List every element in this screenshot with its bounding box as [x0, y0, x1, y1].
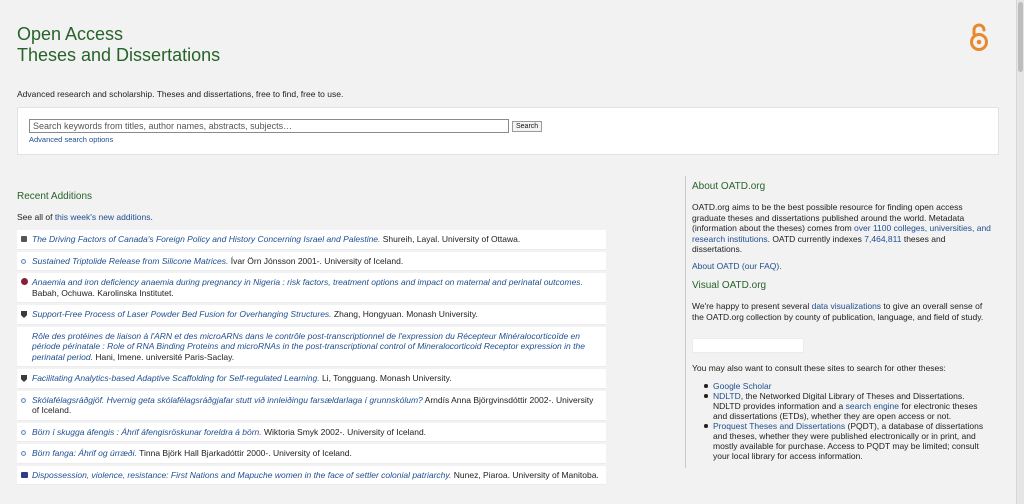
recent-item-author-institution: Tinna Björk Hall Bjarkadóttir 2000-. Uni… [136, 448, 352, 458]
consult-item-pqdt: Proquest Theses and Dissertations (PQDT)… [702, 421, 992, 461]
institution-bookish-icon [21, 471, 28, 478]
consult-item-google: Google Scholar [702, 381, 992, 391]
faq-link[interactable]: our FAQ [745, 261, 777, 271]
search-button[interactable]: Search [512, 121, 543, 132]
recent-item: Dispossession, violence, resistance: Fir… [17, 465, 606, 485]
visualization-preview[interactable] [692, 338, 804, 353]
new-additions-link[interactable]: this week's new additions [55, 212, 151, 222]
faq-line: About OATD (our FAQ). [692, 261, 782, 271]
recent-item: The Driving Factors of Canada's Foreign … [17, 230, 606, 250]
about-oatd-link[interactable]: About OATD ( [692, 261, 745, 271]
seeall-prefix: See all of [17, 212, 55, 222]
recent-item-title-link[interactable]: Anaemia and iron deficiency anaemia duri… [32, 277, 583, 287]
institution-dot-icon [21, 429, 26, 435]
faq-suffix[interactable]: ). [776, 261, 781, 271]
recent-item: Support-Free Process of Laser Powder Bed… [17, 305, 606, 325]
recent-item: Anaemia and iron deficiency anaemia duri… [17, 273, 606, 303]
recent-item: Sustained Triptolide Release from Silico… [17, 251, 606, 271]
right-column-divider [685, 176, 686, 468]
institution-dot-icon [21, 397, 26, 403]
recent-item-author-institution: Ívar Örn Jónsson 2001-. University of Ic… [228, 255, 404, 266]
recent-item-author-institution: Shureih, Layal. University of Ottawa. [380, 234, 521, 244]
recent-item: Skólafélagsráðgjöf. Hvernig geta skólafé… [17, 390, 606, 421]
institution-wine-icon [21, 278, 28, 285]
recent-item-author-institution: Wiktoria Smyk 2002-. University of Icela… [261, 426, 427, 437]
seeall-suffix: . [150, 212, 153, 222]
consult-intro: You may also want to consult these sites… [692, 363, 946, 373]
recent-item-author-institution: Hani, Imene. université Paris-Saclay. [92, 351, 235, 362]
consult-item-ndltd: NDLTD, the Networked Digital Library of … [702, 391, 992, 421]
google-scholar-link[interactable]: Google Scholar [713, 381, 772, 391]
institution-dot-icon [21, 451, 26, 456]
recent-item-title-link[interactable]: Dispossession, violence, resistance: Fir… [32, 470, 451, 480]
recent-item: Börn í skugga áfengis : Áhrif áfengisrös… [17, 422, 606, 442]
recent-item: Börn fanga: Áhrif og úrræði. Tinna Björk… [17, 444, 606, 464]
site-tagline: Advanced research and scholarship. These… [17, 89, 344, 99]
search-panel: Search Advanced search options [17, 107, 999, 155]
scrollbar-thumb[interactable] [1018, 2, 1023, 72]
open-access-lock-icon [970, 23, 988, 51]
institution-shield-icon [21, 311, 27, 318]
consult-list: Google Scholar NDLTD, the Networked Digi… [702, 381, 992, 461]
recent-additions-heading: Recent Additions [17, 191, 93, 202]
search-input[interactable] [29, 119, 509, 133]
visual-text-1: We're happy to present several [692, 301, 812, 311]
recent-seeall: See all of this week's new additions. [17, 212, 153, 222]
institution-crest-icon [21, 236, 27, 242]
site-title-line2: Theses and Dissertations [17, 45, 221, 65]
recent-additions-list: The Driving Factors of Canada's Foreign … [17, 230, 606, 487]
recent-item-author-institution: Li, Tongguang. Monash University. [319, 373, 452, 383]
data-visualizations-link[interactable]: data visualizations [812, 301, 881, 311]
recent-item-author-institution: Babah, Ochuwa. Karolinska Institutet. [32, 287, 174, 298]
advanced-search-link[interactable]: Advanced search options [29, 135, 113, 144]
recent-item-title-link[interactable]: Skólafélagsráðgjöf. Hvernig geta skólafé… [32, 395, 423, 405]
recent-item-author-institution: Nunez, Piaroa. University of Manitoba. [451, 469, 599, 480]
institution-dot-icon [21, 258, 26, 264]
about-heading: About OATD.org [692, 181, 766, 192]
about-text: OATD.org aims to be the best possible re… [692, 202, 992, 255]
index-count-link[interactable]: 7,464,811 [864, 234, 901, 244]
institution-shield-icon [21, 375, 27, 382]
recent-item-title-link[interactable]: Sustained Triptolide Release from Silico… [32, 256, 228, 266]
site-title[interactable]: Open Access Theses and Dissertations [17, 24, 220, 66]
ndltd-search-engine-link[interactable]: search engine [846, 401, 899, 411]
about-text-2: . OATD currently indexes [767, 233, 865, 244]
site-title-line1: Open Access [17, 24, 124, 44]
recent-item-title-link[interactable]: Facilitating Analytics-based Adaptive Sc… [32, 373, 320, 383]
recent-item-title-link[interactable]: The Driving Factors of Canada's Foreign … [32, 234, 380, 244]
pqdt-link[interactable]: Proquest Theses and Dissertations [713, 421, 845, 431]
recent-item: Facilitating Analytics-based Adaptive Sc… [17, 369, 606, 389]
ndltd-link[interactable]: NDLTD [713, 391, 741, 401]
recent-item-title-link[interactable]: Börn í skugga áfengis : Áhrif áfengisrös… [32, 427, 262, 437]
visual-text: We're happy to present several data visu… [692, 301, 992, 322]
visual-heading: Visual OATD.org [692, 280, 767, 291]
recent-item-author-institution: Zhang, Hongyuan. Monash University. [331, 309, 478, 319]
recent-item-title-link[interactable]: Börn fanga: Áhrif og úrræði. [32, 448, 137, 458]
vertical-scrollbar[interactable] [1016, 0, 1024, 504]
recent-item-title-link[interactable]: Support-Free Process of Laser Powder Bed… [32, 309, 332, 319]
recent-item: Rôle des protéines de liaison à l'ARN et… [17, 326, 606, 367]
